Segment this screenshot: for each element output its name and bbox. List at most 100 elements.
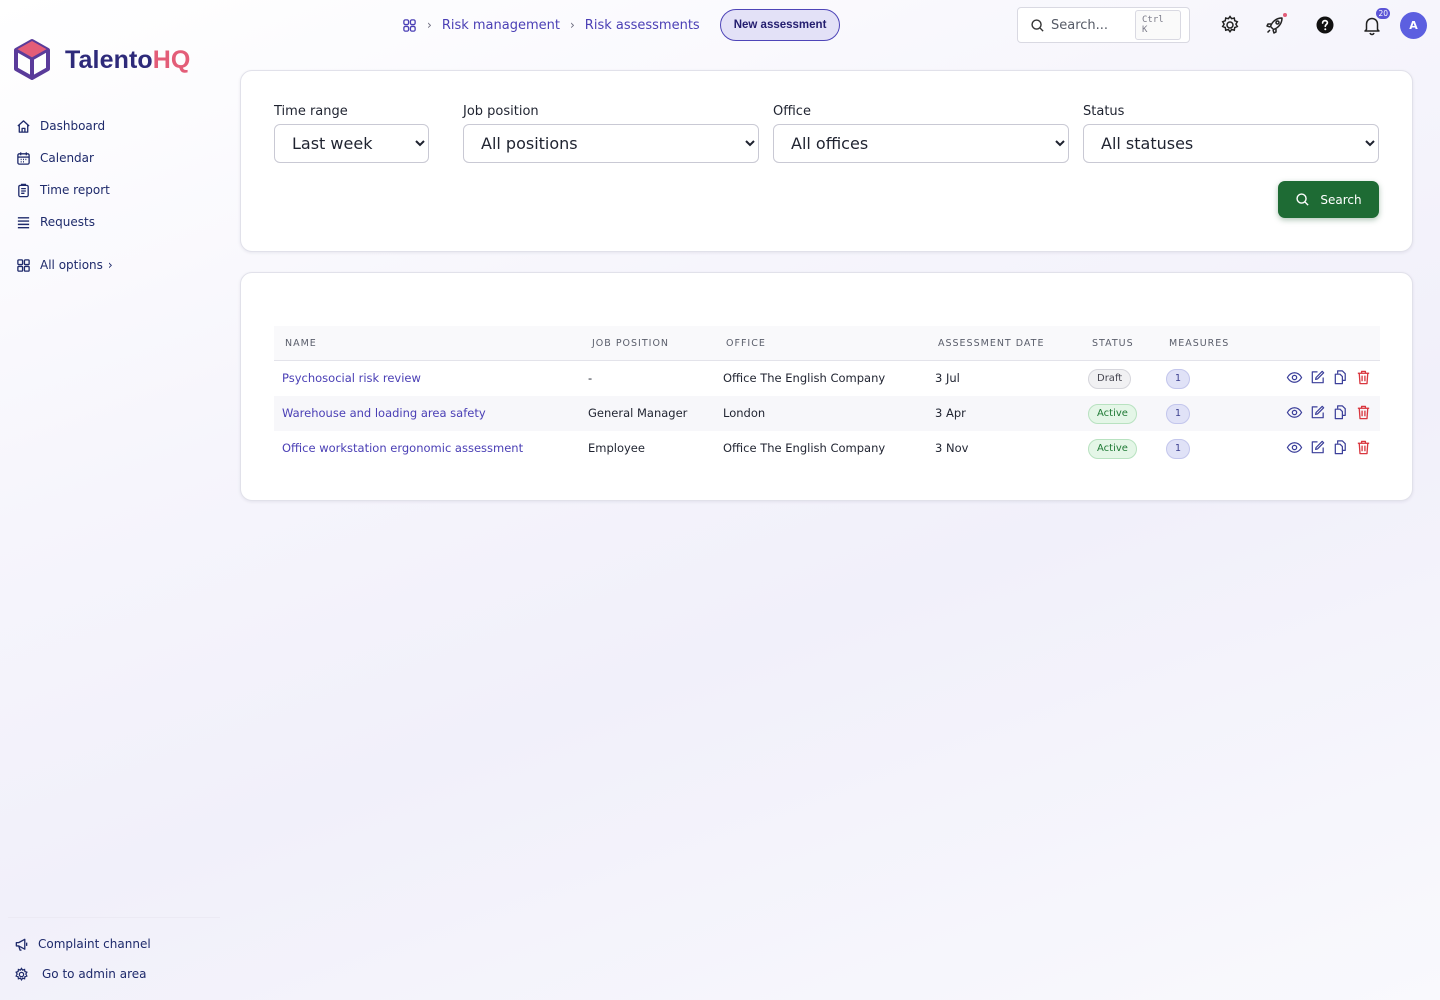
view-button[interactable] bbox=[1286, 439, 1303, 456]
sidebar-divider bbox=[8, 917, 220, 918]
assessment-name-link[interactable]: Psychosocial risk review bbox=[282, 361, 421, 396]
breadcrumb-separator: › bbox=[427, 18, 432, 32]
apps-grid-icon[interactable] bbox=[402, 18, 417, 33]
pencil-icon bbox=[1311, 405, 1325, 419]
job-position-select[interactable]: All positions bbox=[463, 124, 759, 163]
user-avatar[interactable]: A bbox=[1400, 12, 1427, 39]
notifications-button[interactable]: 20 bbox=[1360, 8, 1390, 37]
column-header-job-position[interactable]: Job position bbox=[592, 326, 669, 361]
gear-icon bbox=[1221, 15, 1239, 33]
calendar-icon bbox=[17, 151, 30, 165]
duplicate-button[interactable] bbox=[1332, 404, 1349, 421]
measures-count-badge[interactable]: 1 bbox=[1166, 369, 1190, 389]
sidebar-item-complaint-channel[interactable]: Complaint channel bbox=[14, 929, 224, 959]
main-nav: Dashboard Calendar Time report Requests … bbox=[16, 110, 216, 281]
view-button[interactable] bbox=[1286, 369, 1303, 386]
sidebar-item-time-report[interactable]: Time report bbox=[16, 174, 216, 206]
sidebar-item-requests[interactable]: Requests bbox=[16, 206, 216, 238]
assessment-date-cell: 3 Jul bbox=[935, 371, 960, 385]
clipboard-icon bbox=[18, 183, 29, 197]
column-header-assessment-date[interactable]: Assessment date bbox=[938, 326, 1044, 361]
whats-new-button[interactable] bbox=[1263, 13, 1287, 37]
eye-icon bbox=[1286, 407, 1303, 418]
job-position-cell: - bbox=[588, 371, 593, 385]
breadcrumb-risk-assessments[interactable]: Risk assessments bbox=[585, 18, 700, 33]
sidebar-item-dashboard[interactable]: Dashboard bbox=[16, 110, 216, 142]
duplicate-button[interactable] bbox=[1332, 369, 1349, 386]
sidebar-item-all-options[interactable]: All options › bbox=[16, 249, 216, 281]
grid-icon bbox=[17, 258, 30, 272]
help-button[interactable] bbox=[1313, 13, 1337, 37]
global-search[interactable]: Ctrl K bbox=[1017, 7, 1190, 43]
search-input[interactable] bbox=[1051, 17, 1135, 33]
job-position-filter: Job position All positions bbox=[463, 104, 759, 163]
search-icon bbox=[1296, 193, 1309, 206]
breadcrumb-separator: › bbox=[569, 18, 575, 32]
office-cell: Office The English Company bbox=[723, 371, 886, 385]
sidebar-item-admin-area[interactable]: Go to admin area bbox=[14, 959, 224, 989]
assessment-name-link[interactable]: Office workstation ergonomic assessment bbox=[282, 431, 523, 466]
delete-button[interactable] bbox=[1355, 404, 1372, 421]
copy-icon bbox=[1334, 440, 1346, 455]
assessment-name-link[interactable]: Warehouse and loading area safety bbox=[282, 396, 486, 431]
assessments-table: Name Job position Office Assessment date… bbox=[274, 326, 1380, 466]
search-button[interactable]: Search bbox=[1278, 181, 1379, 218]
eye-icon bbox=[1286, 442, 1303, 453]
delete-button[interactable] bbox=[1355, 439, 1372, 456]
status-badge: Active bbox=[1088, 404, 1137, 424]
view-button[interactable] bbox=[1286, 404, 1303, 421]
copy-icon bbox=[1334, 370, 1346, 385]
sidebar-item-label: Requests bbox=[40, 215, 95, 229]
sidebar-item-calendar[interactable]: Calendar bbox=[16, 142, 216, 174]
gear-icon bbox=[15, 966, 28, 981]
notifications-count-badge: 20 bbox=[1376, 8, 1390, 19]
job-position-label: Job position bbox=[463, 104, 539, 119]
search-icon bbox=[1031, 18, 1044, 32]
trash-icon bbox=[1357, 440, 1370, 455]
search-button-label: Search bbox=[1320, 192, 1362, 207]
breadcrumb: › Risk management › Risk assessments New… bbox=[402, 9, 841, 41]
office-cell: Office The English Company bbox=[723, 441, 886, 455]
trash-icon bbox=[1357, 370, 1370, 385]
brand-name: TalentoHQ bbox=[65, 45, 191, 74]
home-icon bbox=[17, 119, 30, 133]
cube-logo-icon bbox=[14, 39, 50, 80]
column-header-measures[interactable]: Measures bbox=[1169, 326, 1229, 361]
status-badge: Active bbox=[1088, 439, 1137, 459]
table-row: Office workstation ergonomic assessment … bbox=[274, 431, 1380, 466]
new-indicator-dot bbox=[1283, 13, 1287, 17]
office-cell: London bbox=[723, 406, 766, 420]
delete-button[interactable] bbox=[1355, 369, 1372, 386]
office-filter: Office All offices bbox=[773, 104, 1069, 163]
column-header-name[interactable]: Name bbox=[285, 326, 317, 361]
breadcrumb-risk-management[interactable]: Risk management bbox=[442, 18, 560, 33]
edit-button[interactable] bbox=[1309, 439, 1326, 456]
time-range-select[interactable]: Last week bbox=[274, 124, 429, 163]
new-assessment-button[interactable]: New assessment bbox=[719, 9, 841, 41]
sidebar-item-label: Calendar bbox=[40, 151, 94, 165]
sidebar-item-label: All options bbox=[40, 258, 103, 272]
status-select[interactable]: All statuses bbox=[1083, 124, 1379, 163]
status-label: Status bbox=[1083, 104, 1125, 119]
office-label: Office bbox=[773, 104, 811, 119]
sidebar-bottom: Complaint channel Go to admin area bbox=[14, 929, 224, 989]
time-range-label: Time range bbox=[274, 104, 348, 119]
filter-panel: Time range Last week Job position All po… bbox=[240, 70, 1413, 252]
edit-button[interactable] bbox=[1309, 404, 1326, 421]
column-header-status[interactable]: Status bbox=[1092, 326, 1134, 361]
assessment-date-cell: 3 Apr bbox=[935, 406, 966, 420]
sidebar: TalentoHQ Dashboard Calendar Time report… bbox=[0, 0, 232, 1000]
measures-count-badge[interactable]: 1 bbox=[1166, 439, 1190, 459]
office-select[interactable]: All offices bbox=[773, 124, 1069, 163]
row-actions bbox=[1286, 439, 1372, 456]
duplicate-button[interactable] bbox=[1332, 439, 1349, 456]
eye-icon bbox=[1286, 372, 1303, 383]
column-header-office[interactable]: Office bbox=[726, 326, 766, 361]
time-range-filter: Time range Last week bbox=[274, 104, 429, 163]
edit-button[interactable] bbox=[1309, 369, 1326, 386]
copy-icon bbox=[1334, 405, 1346, 420]
pencil-icon bbox=[1311, 440, 1325, 454]
measures-count-badge[interactable]: 1 bbox=[1166, 404, 1190, 424]
brand-logo[interactable]: TalentoHQ bbox=[12, 38, 190, 82]
settings-button[interactable] bbox=[1218, 13, 1242, 37]
